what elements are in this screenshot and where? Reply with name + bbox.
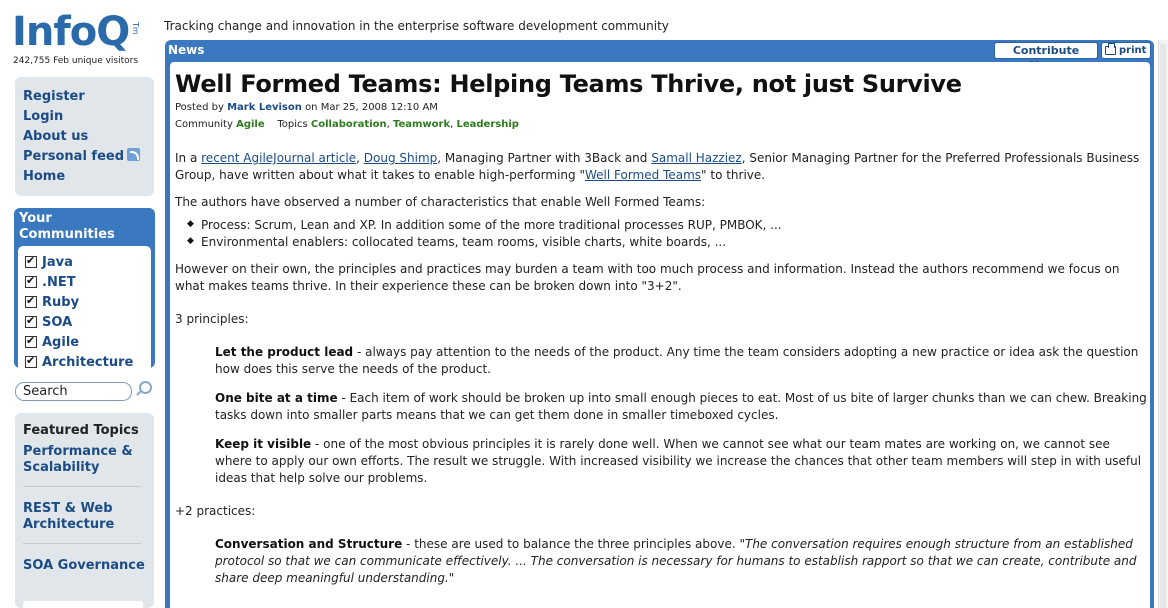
author-link[interactable]: Mark Levison: [227, 102, 302, 113]
topic-collaboration[interactable]: Collaboration: [311, 119, 387, 130]
ruby-checkbox[interactable]: [25, 294, 37, 308]
news-tab[interactable]: News: [168, 43, 204, 57]
dotnet-checkbox[interactable]: [25, 274, 37, 288]
personal-feed-link[interactable]: Personal feed: [23, 147, 154, 167]
agilejournal-article-link[interactable]: recent AgileJournal article: [201, 151, 356, 165]
characteristics-list: Process: Scrum, Lean and XP. In addition…: [187, 216, 1150, 251]
community-label[interactable]: Ruby: [42, 295, 79, 310]
topic-soa-governance[interactable]: SOA Governance: [23, 558, 154, 574]
print-button[interactable]: print: [1101, 42, 1151, 59]
principle-one-bite: One bite at a time - Each item of work s…: [215, 390, 1150, 424]
principle-text: - Each item of work should be broken up …: [215, 391, 1147, 422]
community-label: Community: [175, 119, 233, 130]
principle-name: Let the product lead: [215, 345, 354, 359]
article-byline: Posted by Mark Levison on Mar 25, 2008 1…: [175, 101, 1150, 115]
intro-paragraph: In a recent AgileJournal article, Doug S…: [175, 150, 1150, 184]
post-date: on Mar 25, 2008 12:10 AM: [305, 102, 438, 113]
practice-name: Conversation and Structure: [215, 537, 403, 551]
personal-feed-label: Personal feed: [23, 149, 125, 164]
communities-title: Your Communities: [19, 211, 115, 242]
agile-checkbox[interactable]: [25, 334, 37, 348]
community-label[interactable]: SOA: [42, 315, 72, 330]
soa-checkbox[interactable]: [25, 314, 37, 328]
search-icon[interactable]: [136, 381, 152, 397]
topics-label: Topics: [277, 119, 308, 130]
principle-name: One bite at a time: [215, 391, 338, 405]
principles-heading: 3 principles:: [175, 312, 249, 326]
scrollbar-thumb[interactable]: [1160, 44, 1166, 608]
posted-by-label: Posted by: [175, 102, 224, 113]
doug-shimp-link[interactable]: Doug Shimp: [364, 151, 437, 165]
about-us-link[interactable]: About us: [23, 127, 154, 147]
practice-conversation-structure: Conversation and Structure - these are u…: [215, 536, 1150, 587]
community-dotnet: .NET: [25, 272, 151, 292]
site-tagline: Tracking change and innovation in the en…: [164, 19, 669, 33]
java-checkbox[interactable]: [25, 254, 37, 268]
home-link[interactable]: Home: [23, 167, 154, 187]
list-item: Process: Scrum, Lean and XP. In addition…: [187, 216, 1150, 234]
principle-text: - one of the most obvious principles it …: [215, 437, 1142, 485]
login-link[interactable]: Login: [23, 107, 154, 127]
well-formed-teams-link[interactable]: Well Formed Teams: [585, 168, 701, 182]
principle-keep-visible: Keep it visible - one of the most obviou…: [215, 436, 1150, 487]
communities-list: Java .NET Ruby SOA Agile Architecture: [18, 246, 151, 374]
sponsored-links-box: [23, 601, 143, 608]
list-item: Environmental enablers: collocated teams…: [187, 233, 1150, 251]
principle-text: - always pay attention to the needs of t…: [215, 345, 1139, 376]
community-ruby: Ruby: [25, 292, 151, 312]
communities-panel: Your Communities Java .NET Ruby SOA Agil…: [14, 208, 155, 374]
topic-leadership[interactable]: Leadership: [456, 119, 518, 130]
intro-text: ,: [356, 151, 364, 165]
community-agile: Agile: [25, 332, 151, 352]
print-label: print: [1119, 45, 1147, 56]
search-input[interactable]: Search: [15, 382, 132, 401]
article-body: In a recent AgileJournal article, Doug S…: [175, 150, 1150, 587]
practices-heading: +2 practices:: [175, 504, 256, 518]
visitor-count: 242,755 Feb unique visitors: [13, 56, 139, 66]
community-label[interactable]: Architecture: [42, 355, 133, 370]
divider: [23, 486, 141, 487]
practice-text: - these are used to balance the three pr…: [402, 537, 745, 551]
community-architecture: Architecture: [25, 352, 151, 372]
featured-topics-title: Featured Topics: [23, 423, 139, 438]
register-link[interactable]: Register: [23, 87, 154, 107]
intro-text: " to thrive.: [701, 168, 766, 182]
community-label[interactable]: .NET: [42, 275, 76, 290]
principle-product-lead: Let the product lead - always pay attent…: [215, 344, 1150, 378]
practice-quote-end: ": [448, 571, 455, 585]
intro-text: , Managing Partner with 3Back and: [437, 151, 652, 165]
topic-performance-scalability[interactable]: Performance & Scalability: [23, 444, 154, 476]
infoq-logo[interactable]: InfoQ Tm 242,755 Feb unique visitors: [12, 8, 162, 68]
intro-text: In a: [175, 151, 202, 165]
observed-paragraph: The authors have observed a number of ch…: [175, 195, 706, 209]
featured-topics: Featured Topics Performance & Scalabilit…: [15, 413, 154, 608]
architecture-checkbox[interactable]: [25, 354, 37, 368]
rss-icon[interactable]: [127, 148, 141, 161]
article: Well Formed Teams: Helping Teams Thrive,…: [170, 62, 1150, 608]
divider: [23, 543, 141, 544]
community-soa: SOA: [25, 312, 151, 332]
samall-hazziez-link[interactable]: Samall Hazziez: [651, 151, 742, 165]
article-tags: Community Agile Topics Collaboration, Te…: [175, 119, 519, 130]
however-paragraph: However on their own, the principles and…: [175, 262, 1120, 293]
community-label[interactable]: Agile: [42, 335, 79, 350]
community-link[interactable]: Agile: [236, 119, 265, 130]
community-java: Java: [25, 252, 151, 272]
news-panel: News Contribute News print Well Formed T…: [165, 40, 1154, 608]
logo-wordmark: InfoQ: [12, 9, 130, 55]
contribute-news-button[interactable]: Contribute News: [994, 42, 1098, 72]
printer-icon: [1105, 43, 1116, 55]
article-title: Well Formed Teams: Helping Teams Thrive,…: [175, 70, 962, 98]
topic-teamwork[interactable]: Teamwork: [393, 119, 450, 130]
principle-name: Keep it visible: [215, 437, 312, 451]
community-label[interactable]: Java: [42, 255, 73, 270]
account-nav: Register Login About us Personal feed Ho…: [15, 77, 154, 196]
logo-trademark: Tm: [131, 22, 140, 35]
topic-rest-web-architecture[interactable]: REST & Web Architecture: [23, 501, 154, 533]
